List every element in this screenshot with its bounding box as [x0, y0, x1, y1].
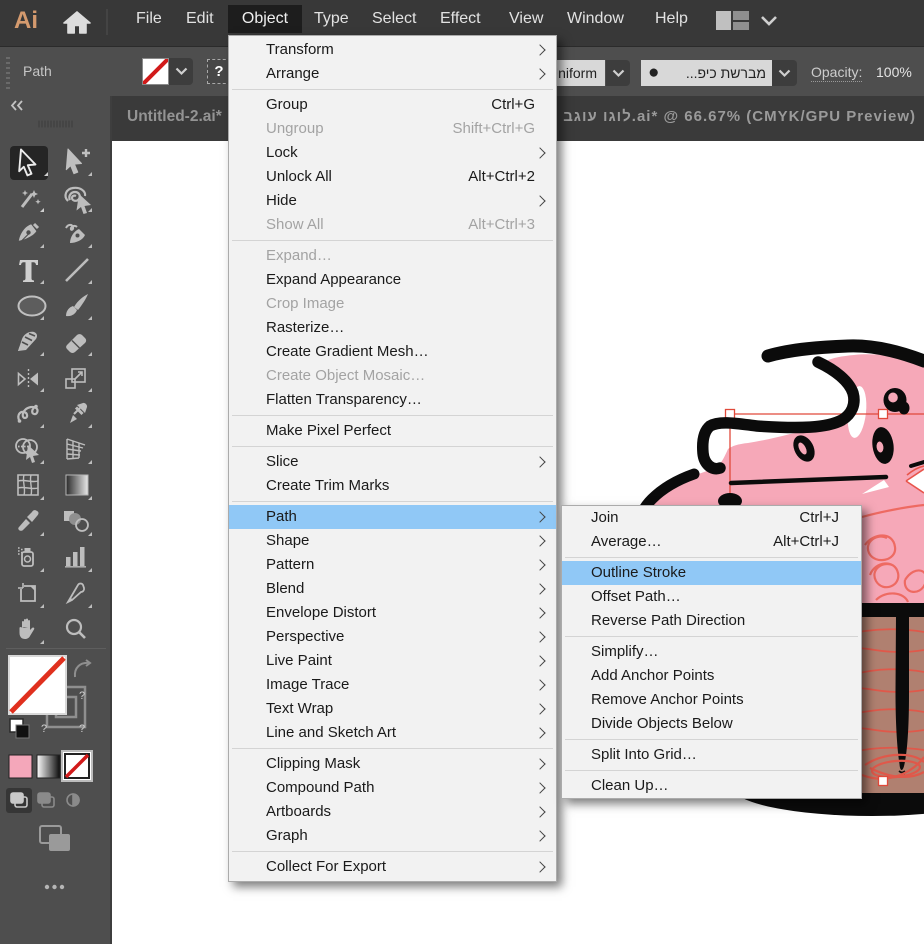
svg-text:?: ?	[79, 723, 85, 735]
svg-text:?: ?	[41, 723, 47, 735]
svg-text:?: ?	[79, 690, 85, 702]
